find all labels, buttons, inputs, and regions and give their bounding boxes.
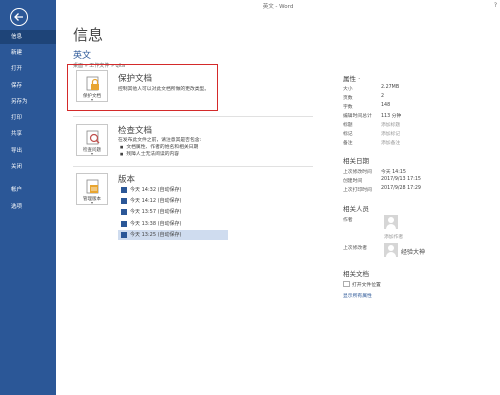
inspect-document-icon	[86, 130, 100, 145]
prop-value-size: 2.27MB	[381, 85, 400, 90]
properties-heading[interactable]: 属性 ·	[343, 73, 360, 83]
inspect-heading: 检查文档	[118, 126, 153, 136]
window-title: 英文 - Word	[262, 4, 294, 10]
protect-description: 控制其他人可以对此文档所做的更改类型。	[118, 87, 210, 92]
last-printed-value: 2017/9/28 17:29	[381, 186, 421, 191]
created-value: 2017/9/13 17:15	[381, 177, 421, 182]
last-modified-value: 今天 14:15	[381, 170, 406, 175]
version-item[interactable]: 今天 13:38 (自动保存)	[118, 219, 228, 229]
show-all-properties-link[interactable]: 显示所有属性	[343, 292, 372, 299]
prop-label: 上次打印时间	[343, 188, 372, 193]
protect-heading: 保护文档	[118, 74, 153, 84]
modifier-avatar	[384, 243, 398, 257]
chevron-down-icon: ▾	[90, 151, 93, 156]
divider	[73, 116, 313, 117]
nav-item-export[interactable]: 导出	[0, 144, 56, 158]
help-button[interactable]: ?	[494, 2, 497, 9]
version-label: 今天 14:12 (自动保存)	[130, 198, 182, 204]
prop-label: 编辑时间总计	[343, 114, 372, 119]
nav-item-account[interactable]: 帐户	[0, 183, 56, 197]
back-arrow-icon	[14, 13, 23, 21]
chevron-down-icon: ▾	[90, 97, 93, 102]
version-label: 今天 13:57 (自动保存)	[130, 209, 182, 215]
title-bar: 英文 - Word ?	[56, 0, 500, 12]
check-issues-button[interactable]: 检查问题 ▾	[76, 124, 108, 156]
version-label: 今天 13:25 (自动保存)	[130, 232, 182, 238]
related-dates-heading: 相关日期	[343, 157, 369, 165]
versions-heading: 版本	[118, 175, 136, 185]
document-name: 英文	[73, 51, 92, 61]
nav-item-open[interactable]: 打开	[0, 62, 56, 76]
back-button[interactable]	[10, 8, 28, 26]
prop-label: 备注	[343, 141, 353, 146]
lock-icon	[86, 76, 99, 91]
related-docs-heading: 相关文档	[343, 270, 369, 278]
open-file-location-link[interactable]: 打开文件位置	[352, 281, 381, 288]
protect-document-button[interactable]: 保护文档 ▾	[76, 70, 108, 102]
nav-item-save[interactable]: 保存	[0, 79, 56, 93]
nav-item-info[interactable]: 信息	[0, 30, 56, 44]
version-item[interactable]: 今天 14:12 (自动保存)	[118, 196, 228, 206]
prop-value-words: 148	[381, 103, 391, 108]
prop-label: 大小	[343, 87, 353, 92]
add-tag-field[interactable]: 添加标记	[381, 130, 400, 137]
word-document-icon	[121, 209, 127, 215]
word-document-icon	[121, 221, 127, 227]
word-document-icon	[121, 198, 127, 204]
manage-versions-icon	[86, 179, 99, 194]
add-author-field[interactable]: 添加作者	[384, 233, 403, 240]
word-document-icon	[121, 187, 127, 193]
prop-value-pages: 2	[381, 94, 385, 99]
nav-item-close[interactable]: 关闭	[0, 160, 56, 174]
add-title-field[interactable]: 添加标题	[381, 121, 400, 128]
prop-label: 创建时间	[343, 179, 363, 184]
inspect-bullet: 文档属性、作者的姓名和相关日期	[120, 143, 198, 150]
divider	[73, 166, 313, 167]
nav-item-new[interactable]: 新建	[0, 46, 56, 60]
prop-label: 字数	[343, 105, 353, 110]
version-label: 今天 14:32 (自动保存)	[130, 187, 182, 193]
author-avatar	[384, 215, 398, 229]
word-document-icon	[121, 232, 127, 238]
prop-label: 上次修改时间	[343, 170, 372, 175]
prop-label: 标记	[343, 132, 353, 137]
backstage-nav: 信息 新建 打开 保存 另存为 打印 共享 导出 关闭 帐户 选项	[0, 0, 56, 395]
nav-item-options[interactable]: 选项	[0, 200, 56, 214]
author-label: 作者	[343, 218, 353, 223]
add-comment-field[interactable]: 添加备注	[381, 139, 400, 146]
prop-label: 页数	[343, 96, 353, 101]
nav-item-save-as[interactable]: 另存为	[0, 95, 56, 109]
related-people-heading: 相关人员	[343, 205, 369, 213]
chevron-down-icon: ▾	[90, 200, 93, 205]
inspect-description: 在发布此文件之前，请注意其是否包含:	[118, 138, 202, 143]
modified-by-label: 上次修改者	[343, 246, 367, 251]
version-item[interactable]: 今天 13:25 (自动保存)	[118, 230, 228, 240]
nav-item-print[interactable]: 打印	[0, 111, 56, 125]
folder-icon	[343, 281, 350, 287]
version-item[interactable]: 今天 14:32 (自动保存)	[118, 185, 228, 195]
inspect-bullet: 残障人士无法阅读的内容	[120, 150, 179, 157]
page-title: 信息	[73, 26, 104, 44]
manage-versions-button[interactable]: 管理版本 ▾	[76, 173, 108, 205]
prop-label: 标题	[343, 123, 353, 128]
version-label: 今天 13:38 (自动保存)	[130, 221, 182, 227]
nav-item-share[interactable]: 共享	[0, 127, 56, 141]
modified-by-name[interactable]: 经验大神	[401, 247, 425, 256]
prop-value-edit-time: 113 分钟	[381, 114, 402, 119]
version-item[interactable]: 今天 13:57 (自动保存)	[118, 207, 228, 217]
